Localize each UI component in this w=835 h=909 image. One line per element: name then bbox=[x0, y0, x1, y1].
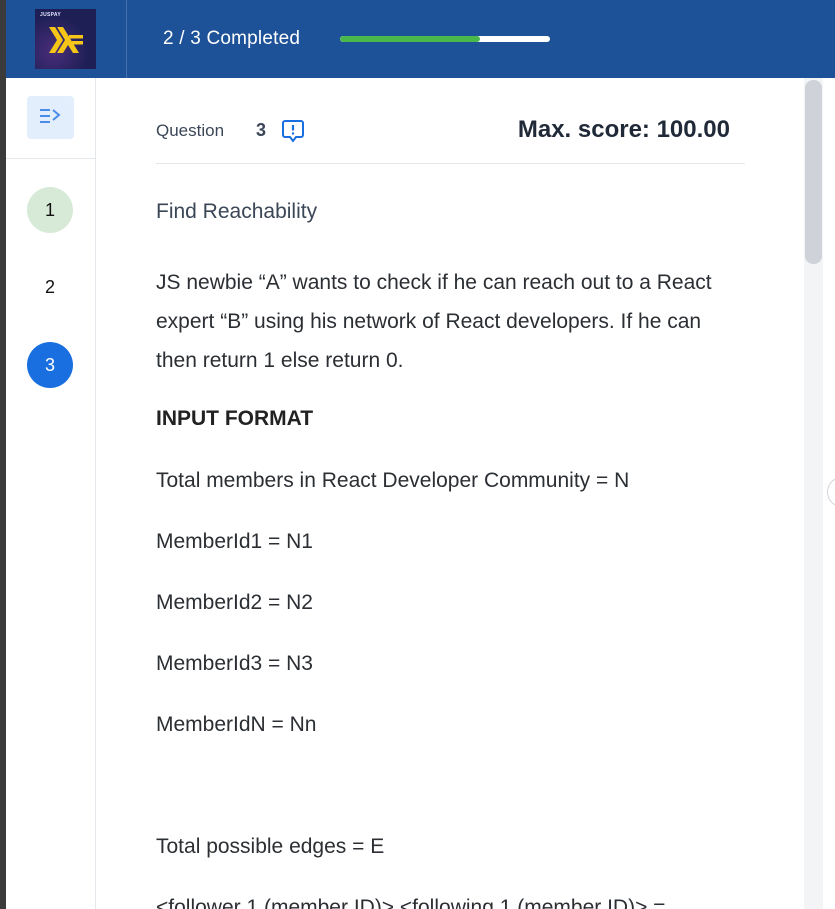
haskell-logo-icon bbox=[49, 27, 83, 53]
menu-collapse-icon bbox=[40, 109, 61, 123]
question-label: Question bbox=[156, 121, 225, 140]
input-line-edges: Total possible edges = E bbox=[156, 835, 385, 858]
question-header: Question 3 Max. score: 100.00 bbox=[156, 116, 745, 164]
question-panel: Question 3 Max. score: 100.00 Find Reach… bbox=[96, 78, 806, 909]
input-line-membern: MemberIdN = Nn bbox=[156, 713, 317, 736]
progress-bar bbox=[340, 36, 550, 42]
top-header: JUSPAY 2 / 3 Completed bbox=[6, 0, 835, 78]
side-handle-button[interactable] bbox=[827, 477, 835, 507]
scrollbar-track[interactable] bbox=[804, 78, 823, 909]
progress-bar-fill bbox=[340, 36, 480, 42]
logo-cell: JUSPAY bbox=[6, 0, 127, 78]
input-line-member3: MemberId3 = N3 bbox=[156, 652, 313, 675]
max-score: Max. score: 100.00 bbox=[517, 116, 730, 143]
logo-text: JUSPAY bbox=[40, 12, 61, 18]
sidebar-question-2[interactable]: 2 bbox=[27, 264, 73, 310]
question-number: 3 bbox=[256, 120, 267, 140]
input-line-member1: MemberId1 = N1 bbox=[156, 530, 313, 553]
input-format-heading: INPUT FORMAT bbox=[156, 407, 314, 430]
company-logo: JUSPAY bbox=[35, 9, 96, 69]
scrollbar-thumb[interactable] bbox=[805, 80, 822, 264]
question-sidebar: 1 2 3 bbox=[6, 78, 96, 909]
report-issue-icon[interactable] bbox=[281, 118, 305, 144]
sidebar-toggle-button[interactable] bbox=[27, 96, 74, 139]
input-line-follower: <follower 1 (member ID)> <following 1 (m… bbox=[156, 896, 666, 909]
sidebar-question-1[interactable]: 1 bbox=[27, 187, 73, 233]
app-window: JUSPAY 2 / 3 Completed 1 2 3 Question 3 … bbox=[6, 0, 835, 909]
sidebar-question-3[interactable]: 3 bbox=[27, 342, 73, 388]
input-line-member2: MemberId2 = N2 bbox=[156, 591, 313, 614]
sidebar-divider bbox=[6, 158, 95, 159]
progress-label: 2 / 3 Completed bbox=[163, 28, 301, 49]
question-title: Find Reachability bbox=[156, 200, 318, 223]
input-line-members: Total members in React Developer Communi… bbox=[156, 469, 630, 492]
problem-statement: JS newbie “A” wants to check if he can r… bbox=[156, 271, 712, 372]
